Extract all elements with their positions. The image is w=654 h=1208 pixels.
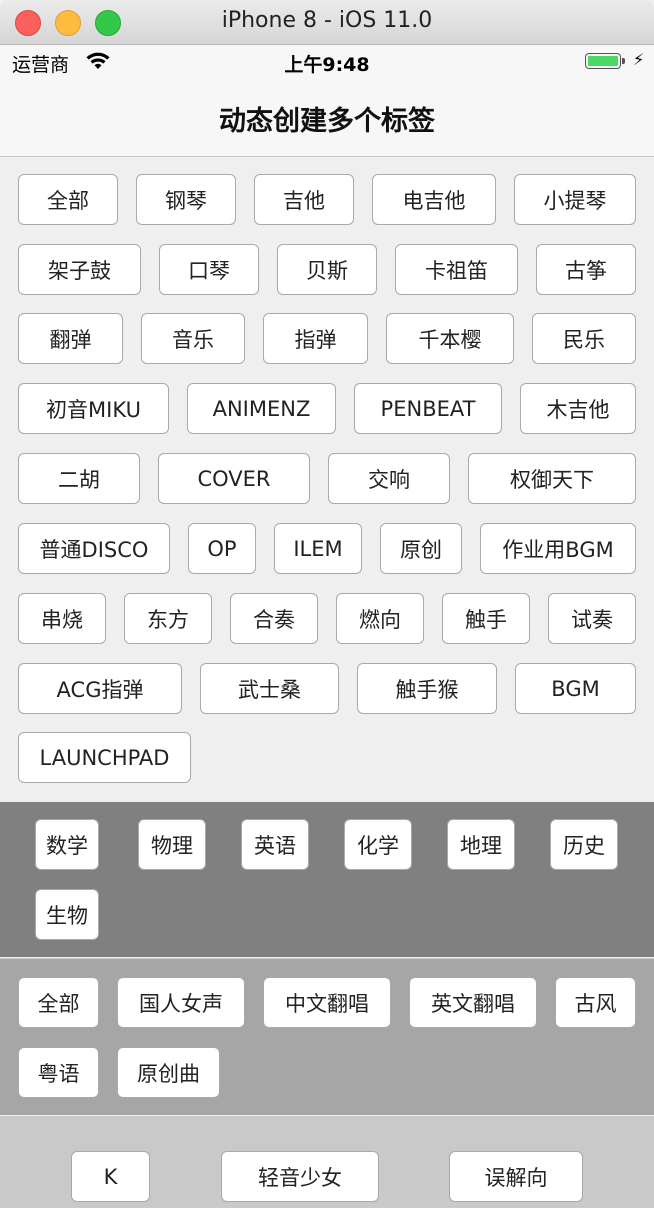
- tag-button[interactable]: 千本樱: [386, 313, 514, 364]
- status-bar: 运营商 上午9:48 ⚡: [0, 45, 654, 79]
- tag-button[interactable]: 原创曲: [117, 1047, 220, 1098]
- battery-icon: [585, 53, 625, 69]
- tag-button[interactable]: 原创: [380, 523, 462, 574]
- tag-button[interactable]: 指弹: [263, 313, 368, 364]
- tag-button[interactable]: 物理: [138, 819, 206, 870]
- tag-button[interactable]: 作业用BGM: [480, 523, 636, 574]
- tag-button[interactable]: 东方: [124, 593, 212, 644]
- tag-button[interactable]: 民乐: [532, 313, 636, 364]
- tag-button[interactable]: 翻弹: [18, 313, 123, 364]
- tag-button[interactable]: OP: [188, 523, 256, 574]
- tag-section-subjects: 数学 物理 英语 化学 地理 历史生物: [0, 802, 654, 957]
- tag-button[interactable]: K: [71, 1151, 150, 1202]
- tag-button[interactable]: LAUNCHPAD: [18, 732, 191, 783]
- tag-section-vocals: 全部 国人女声 中文翻唱 英文翻唱 古风粤语 原创曲: [0, 958, 654, 1115]
- tag-button[interactable]: COVER: [158, 453, 310, 504]
- tag-button[interactable]: BGM: [515, 663, 636, 714]
- tag-button[interactable]: 小提琴: [514, 174, 636, 225]
- tag-button[interactable]: 卡祖笛: [395, 244, 518, 295]
- tag-button[interactable]: 交响: [328, 453, 450, 504]
- tag-button[interactable]: 触手: [442, 593, 530, 644]
- tag-button[interactable]: 串烧: [18, 593, 106, 644]
- tag-button[interactable]: 误解向: [449, 1151, 583, 1202]
- tag-button[interactable]: 数学: [35, 819, 99, 870]
- tag-button[interactable]: ACG指弹: [18, 663, 182, 714]
- page-title: 动态创建多个标签: [219, 106, 435, 137]
- tag-button[interactable]: 粤语: [18, 1047, 99, 1098]
- tag-button[interactable]: 合奏: [230, 593, 318, 644]
- status-time: 上午9:48: [284, 54, 370, 76]
- tag-section-music: 全部 钢琴 吉他 电吉他 小提琴架子鼓 口琴 贝斯 卡祖笛 古筝翻弹 音乐 指弹 千本樱 民乐初音MIK…: [0, 157, 654, 802]
- tag-button[interactable]: 化学: [344, 819, 412, 870]
- navigation-bar: 动态创建多个标签: [0, 79, 654, 157]
- tag-button[interactable]: 触手猴: [357, 663, 497, 714]
- tag-section-misc: K 轻音少女 误解向: [0, 1116, 654, 1208]
- tag-button[interactable]: 权御天下: [468, 453, 636, 504]
- tag-button[interactable]: ANIMENZ: [187, 383, 336, 434]
- tag-button[interactable]: 轻音少女: [221, 1151, 379, 1202]
- tag-button[interactable]: 古筝: [536, 244, 636, 295]
- tag-button[interactable]: 英语: [241, 819, 309, 870]
- window-title: iPhone 8 - iOS 11.0: [221, 8, 433, 33]
- simulator-title-bar: iPhone 8 - iOS 11.0: [0, 0, 654, 45]
- tag-button[interactable]: 地理: [447, 819, 515, 870]
- tag-button[interactable]: 全部: [18, 977, 99, 1028]
- tag-button[interactable]: 木吉他: [520, 383, 636, 434]
- tag-button[interactable]: 武士桑: [200, 663, 339, 714]
- tag-button[interactable]: 吉他: [254, 174, 354, 225]
- tag-button[interactable]: 架子鼓: [18, 244, 141, 295]
- tag-button[interactable]: 钢琴: [136, 174, 236, 225]
- tag-button[interactable]: 普通DISCO: [18, 523, 170, 574]
- tag-button[interactable]: 口琴: [159, 244, 259, 295]
- tag-button[interactable]: 贝斯: [277, 244, 377, 295]
- tag-button[interactable]: 古风: [555, 977, 636, 1028]
- tag-button[interactable]: 燃向: [336, 593, 424, 644]
- tag-button[interactable]: 国人女声: [117, 977, 245, 1028]
- tag-button[interactable]: 电吉他: [372, 174, 496, 225]
- tag-button[interactable]: 二胡: [18, 453, 140, 504]
- charging-bolt-icon: ⚡: [633, 50, 645, 69]
- tag-button[interactable]: 全部: [18, 174, 118, 225]
- tag-button[interactable]: 音乐: [141, 313, 245, 364]
- tag-button[interactable]: 试奏: [548, 593, 636, 644]
- tag-button[interactable]: ILEM: [274, 523, 362, 574]
- tag-button[interactable]: 生物: [35, 889, 99, 940]
- tag-button[interactable]: PENBEAT: [354, 383, 502, 434]
- tag-button[interactable]: 英文翻唱: [409, 977, 537, 1028]
- tag-button[interactable]: 中文翻唱: [263, 977, 391, 1028]
- tag-button[interactable]: 历史: [550, 819, 618, 870]
- tag-button[interactable]: 初音MIKU: [18, 383, 169, 434]
